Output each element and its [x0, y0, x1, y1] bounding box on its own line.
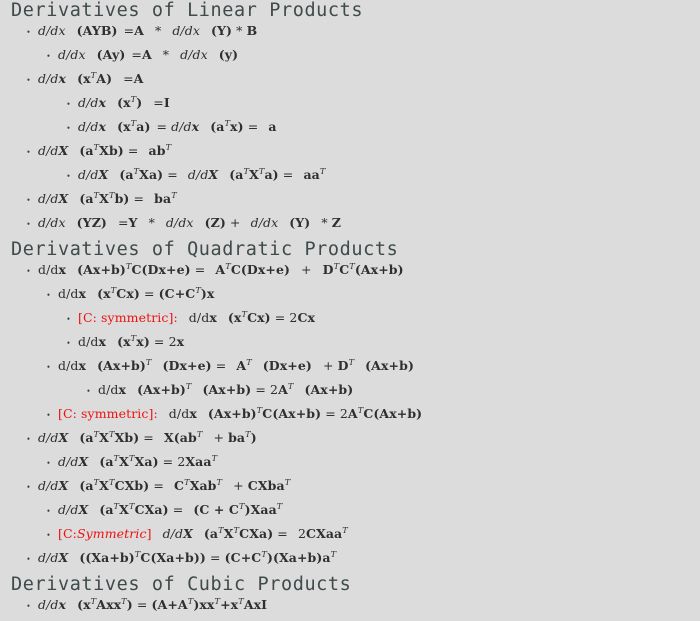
formula-text: d/dx (Ay) =A * d/dx (y) — [58, 47, 239, 62]
formula-row: • d/dx (xTx) = 2x — [0, 334, 700, 358]
bullet-icon: • — [46, 458, 51, 468]
formula-row: • d/dx (xTa) = d/dx (aTx) = a — [0, 119, 700, 143]
formula-text: d/dx (xTAxxT) = (A+AT)xxT+xTAxI — [38, 595, 268, 612]
bullet-icon: • — [66, 123, 71, 133]
formula-row: • d/dx (Ay) =A * d/dx (y) — [0, 47, 700, 71]
bullet-icon: • — [46, 290, 51, 300]
bullet-icon: • — [26, 482, 31, 492]
section-heading-linear: Derivatives of Linear Products — [11, 0, 364, 21]
formula-text: d/dx (xTa) = d/dx (aTx) = a — [78, 117, 277, 134]
formula-text: d/dx (xTx) = 2x — [78, 332, 185, 349]
formula-row: • d/dx (xTA) =A — [0, 71, 700, 95]
formula-row: • d/dx (Ax+b)TC(Dx+e) = ATC(Dx+e) + DTCT(Ax… — [0, 262, 700, 286]
formula-text: d/dX (aTXa) = d/dX (aTXTa) = aaT — [78, 165, 326, 182]
derivatives-cheatsheet-page: Derivatives of Linear Products • d/dx (AY… — [0, 0, 700, 612]
bullet-icon: • — [66, 314, 71, 324]
section-heading-quadratic: Derivatives of Quadratic Products — [11, 239, 399, 260]
bullet-icon: • — [26, 219, 31, 229]
formula-text: [C: symmetric]: d/dx (xTCx) = 2Cx — [78, 308, 316, 325]
formula-text: d/dx (xTCx) = (C+CT)x — [58, 284, 215, 301]
bullet-icon: • — [66, 99, 71, 109]
bullet-icon: • — [46, 530, 51, 540]
formula-text: d/dx (Ax+b)T (Ax+b) = 2AT (Ax+b) — [98, 380, 354, 397]
condition-tag-word: Symmetric — [76, 526, 147, 541]
bullet-icon: • — [26, 195, 31, 205]
formula-row-conditional: • [C: symmetric]: d/dx (xTCx) = 2Cx — [0, 310, 700, 334]
bullet-icon: • — [26, 601, 31, 611]
formula-row: • d/dX (aTXb) = abT — [0, 143, 700, 167]
bullet-icon: • — [46, 362, 51, 372]
condition-tag-close: ] — [146, 526, 152, 541]
formula-row: • d/dX ((Xa+b)TC(Xa+b)) = (C+CT)(Xa+b)aT — [0, 550, 700, 574]
formula-row: • d/dX (aTXTb) = baT — [0, 191, 700, 215]
bullet-icon: • — [66, 338, 71, 348]
formula-row: • d/dx (xT) =I — [0, 95, 700, 119]
formula-text: d/dX (aTXb) = abT — [38, 141, 172, 158]
formula-text: d/dx (YZ) =Y * d/dx (Z) + d/dx (Y) * Z — [38, 215, 341, 230]
formula-row: • d/dX (aTXTCXb) = CTXabT + CXbaT — [0, 478, 700, 502]
bullet-icon: • — [26, 554, 31, 564]
formula-text: d/dX (aTXTXa) = 2XaaT — [58, 452, 218, 469]
formula-row: • d/dx (Ax+b)T (Ax+b) = 2AT (Ax+b) — [0, 382, 700, 406]
formula-row: • d/dX (aTXa) = d/dX (aTXTa) = aaT — [0, 167, 700, 191]
bullet-icon: • — [26, 434, 31, 444]
bullet-icon: • — [26, 147, 31, 157]
bullet-icon: • — [26, 27, 31, 37]
bullet-icon: • — [46, 410, 51, 420]
formula-row-conditional: • [C:Symmetric] d/dX (aTXTCXa) = 2CXaaT — [0, 526, 700, 550]
formula-row: • d/dX (aTXTCXa) = (C + CT)XaaT — [0, 502, 700, 526]
formula-text: d/dx (AYB) =A * d/dx (Y) * B — [38, 23, 258, 38]
formula-row: • d/dx (YZ) =Y * d/dx (Z) + d/dx (Y) * Z — [0, 215, 700, 239]
formula-row: • d/dx (Ax+b)T (Dx+e) = AT (Dx+e) + DT (Ax+b) — [0, 358, 700, 382]
bullet-icon: • — [46, 506, 51, 516]
bullet-icon: • — [66, 171, 71, 181]
formula-row-conditional: • [C: symmetric]: d/dx (Ax+b)TC(Ax+b) = 2A… — [0, 406, 700, 430]
bullet-icon: • — [26, 75, 31, 85]
bullet-icon: • — [26, 266, 31, 276]
formula-text: d/dX (aTXTCXa) = (C + CT)XaaT — [58, 500, 283, 517]
formula-text: d/dx (Ax+b)TC(Dx+e) = ATC(Dx+e) + DTCT(Ax+b… — [38, 260, 404, 277]
section-heading-cubic: Derivatives of Cubic Products — [11, 574, 352, 595]
formula-text: d/dx (xTA) =A — [38, 69, 144, 86]
formula-text: d/dx (Ax+b)T (Dx+e) = AT (Dx+e) + DT (Ax+b) — [58, 356, 414, 373]
formula-text: [C:Symmetric] d/dX (aTXTCXa) = 2CXaaT — [58, 524, 348, 541]
formula-row: • d/dx (AYB) =A * d/dx (Y) * B — [0, 23, 700, 47]
condition-tag-open: [C: — [58, 526, 77, 541]
formula-text: [C: symmetric]: d/dx (Ax+b)TC(Ax+b) = 2ATC… — [58, 404, 423, 421]
condition-tag: [C: symmetric]: — [58, 406, 158, 421]
bullet-icon: • — [46, 51, 51, 61]
formula-row: • d/dX (aTXTXb) = X(abT + baT) — [0, 430, 700, 454]
formula-text: d/dx (xT) =I — [78, 93, 170, 110]
formula-text: d/dX (aTXTb) = baT — [38, 189, 177, 206]
formula-row: • d/dX (aTXTXa) = 2XaaT — [0, 454, 700, 478]
formula-text: d/dX ((Xa+b)TC(Xa+b)) = (C+CT)(Xa+b)aT — [38, 548, 337, 565]
formula-row: • d/dx (xTCx) = (C+CT)x — [0, 286, 700, 310]
condition-tag: [C: symmetric]: — [78, 310, 178, 325]
bullet-icon: • — [86, 386, 91, 396]
formula-row: • d/dx (xTAxxT) = (A+AT)xxT+xTAxI — [0, 597, 700, 621]
formula-text: d/dX (aTXTCXb) = CTXabT + CXbaT — [38, 476, 291, 493]
formula-text: d/dX (aTXTXb) = X(abT + baT) — [38, 428, 257, 445]
